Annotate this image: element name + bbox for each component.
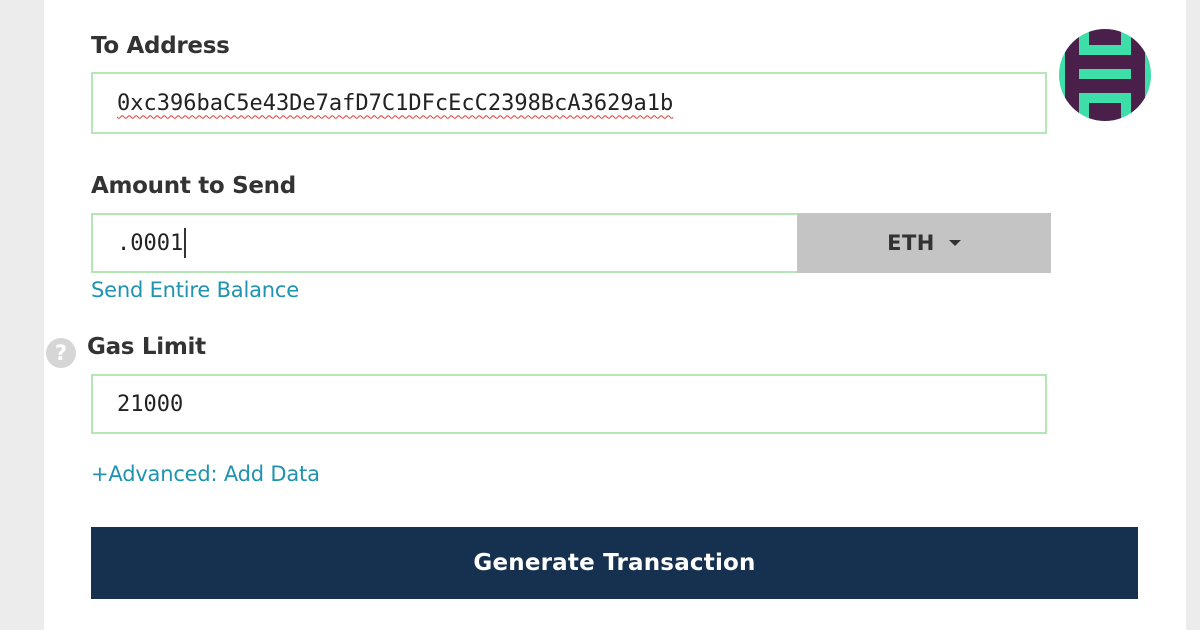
gas-limit-input[interactable]: 21000 [91,374,1047,434]
to-address-label: To Address [91,33,230,59]
gas-limit-label: Gas Limit [87,334,206,360]
caret-down-icon [948,240,961,246]
advanced-add-data-link[interactable]: +Advanced: Add Data [91,462,320,486]
identicon-icon [1059,29,1151,121]
question-circle-icon[interactable]: ? [46,338,76,368]
unit-dropdown-button[interactable]: ETH [797,213,1051,273]
identicon-avatar [1059,29,1151,121]
to-address-input[interactable]: 0xc396baC5e43De7afD7C1DFcEcC2398BcA3629a… [91,72,1047,134]
send-entire-balance-link[interactable]: Send Entire Balance [91,278,299,302]
text-cursor [184,228,187,258]
to-address-value: 0xc396baC5e43De7afD7C1DFcEcC2398BcA3629a… [117,90,674,116]
generate-transaction-button[interactable]: Generate Transaction [91,527,1138,599]
amount-value: .0001 [117,230,184,256]
amount-input[interactable]: .0001 [91,213,799,273]
gas-limit-value: 21000 [117,391,184,417]
amount-label: Amount to Send [91,173,296,199]
unit-label: ETH [887,231,935,255]
